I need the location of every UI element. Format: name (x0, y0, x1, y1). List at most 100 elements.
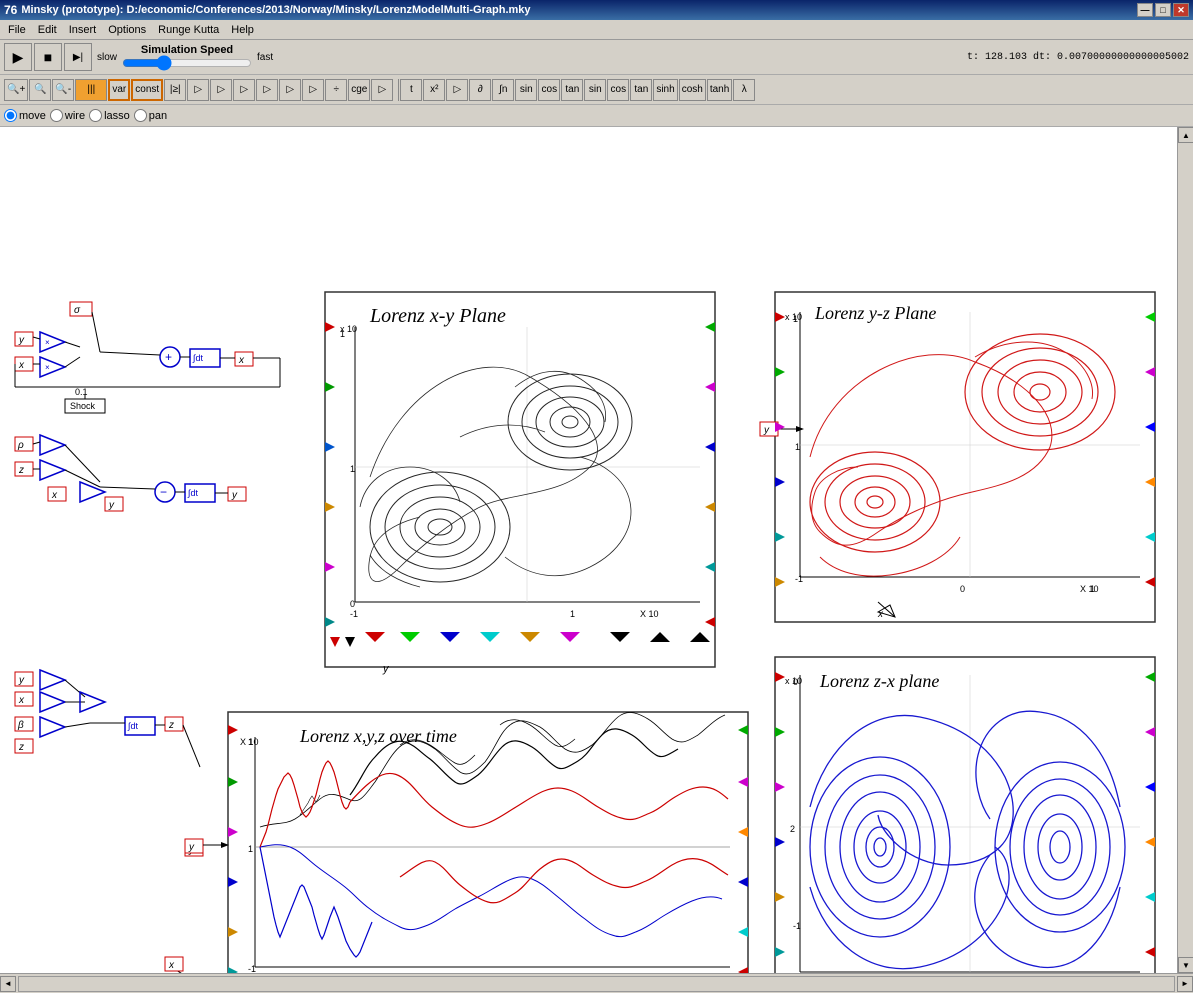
partial-icon[interactable]: ∂ (469, 79, 491, 101)
zoom-out-icon[interactable]: 🔍- (52, 79, 74, 101)
menu-edit[interactable]: Edit (32, 22, 63, 38)
svg-text:x: x (168, 960, 175, 971)
svg-text:0: 0 (350, 599, 355, 609)
menu-insert[interactable]: Insert (63, 22, 103, 38)
main-area: σ y x × × + ∫dt x (0, 127, 1193, 973)
time-icon[interactable]: t (400, 79, 422, 101)
op-icon-7[interactable]: ▷ (371, 79, 393, 101)
const-icon[interactable]: const (131, 79, 163, 101)
svg-text:Shock: Shock (70, 401, 96, 411)
svg-text:1: 1 (340, 329, 345, 339)
var-icon[interactable]: var (108, 79, 130, 101)
op-icon-3[interactable]: ▷ (233, 79, 255, 101)
tan-icon[interactable]: tan (561, 79, 583, 101)
svg-text:×: × (45, 363, 50, 372)
svg-text:y: y (18, 335, 25, 346)
svg-text:Lorenz z-x plane: Lorenz z-x plane (819, 671, 939, 691)
zoom-reset-icon[interactable]: 🔍 (29, 79, 51, 101)
mode-pan[interactable]: pan (134, 109, 167, 122)
cos-icon[interactable]: cos (538, 79, 560, 101)
simulation-toolbar: ▶ ■ ▶| slow Simulation Speed fast t: 128… (0, 40, 1193, 75)
menu-options[interactable]: Options (102, 22, 152, 38)
acos-icon[interactable]: cos (607, 79, 629, 101)
svg-text:1: 1 (248, 737, 253, 747)
svg-text:1: 1 (793, 314, 798, 324)
speed-slider[interactable] (122, 56, 252, 70)
op-icon-5[interactable]: ▷ (279, 79, 301, 101)
cge-icon[interactable]: cge (348, 79, 370, 101)
op-icon-1[interactable]: ▷ (187, 79, 209, 101)
play-button[interactable]: ▶ (4, 43, 32, 71)
title-bar: 76 Minsky (prototype): D:/economic/Confe… (0, 0, 1193, 20)
svg-text:x: x (18, 695, 25, 706)
mode-lasso[interactable]: lasso (89, 109, 130, 122)
scroll-up-button[interactable]: ▲ (1178, 127, 1193, 143)
asin-icon[interactable]: sin (584, 79, 606, 101)
svg-text:2: 2 (790, 824, 795, 834)
svg-text:x: x (238, 355, 245, 366)
svg-text:+: + (165, 350, 172, 364)
svg-text:Lorenz x-y Plane: Lorenz x-y Plane (369, 305, 506, 327)
scroll-left-button[interactable]: ◄ (0, 976, 16, 992)
divide-icon[interactable]: ÷ (325, 79, 347, 101)
canvas-area[interactable]: σ y x × × + ∫dt x (0, 127, 1177, 973)
svg-text:X 10: X 10 (640, 609, 659, 619)
scroll-right-button[interactable]: ► (1177, 976, 1193, 992)
menu-runge-kutta[interactable]: Runge Kutta (152, 22, 225, 38)
time-display: t: 128.103 dt: 0.00700000000000005002 (967, 52, 1189, 63)
op-icon-2[interactable]: ▷ (210, 79, 232, 101)
hscroll-track[interactable] (18, 976, 1175, 992)
svg-text:y: y (108, 500, 115, 511)
svg-text:z: z (168, 720, 174, 731)
scroll-down-button[interactable]: ▼ (1178, 957, 1193, 973)
svg-text:1: 1 (570, 609, 575, 619)
op-icon-4[interactable]: ▷ (256, 79, 278, 101)
svg-text:1: 1 (248, 844, 253, 854)
square-icon[interactable]: x² (423, 79, 445, 101)
zoom-in-icon[interactable]: 🔍+ (4, 79, 28, 101)
scroll-track[interactable] (1178, 143, 1193, 957)
op-icon-8[interactable]: ▷ (446, 79, 468, 101)
icon-toolbar: 🔍+ 🔍 🔍- ||| var const |≥| ▷ ▷ ▷ ▷ ▷ ▷ ÷ … (0, 75, 1193, 105)
plot-icon[interactable]: ||| (75, 79, 107, 101)
app-icon: 76 (4, 3, 17, 17)
vertical-scrollbar[interactable]: ▲ ▼ (1177, 127, 1193, 973)
menu-bar: File Edit Insert Options Runge Kutta Hel… (0, 20, 1193, 40)
cosh-icon[interactable]: cosh (679, 79, 706, 101)
svg-text:∫dt: ∫dt (127, 721, 138, 731)
svg-text:ρ: ρ (17, 440, 24, 451)
main-canvas[interactable]: σ y x × × + ∫dt x (0, 127, 1177, 973)
step-button[interactable]: ▶| (64, 43, 92, 71)
atan-icon[interactable]: tan (630, 79, 652, 101)
op-icon-6[interactable]: ▷ (302, 79, 324, 101)
svg-text:y: y (231, 490, 238, 501)
abs-icon[interactable]: |≥| (164, 79, 186, 101)
svg-text:∫dt: ∫dt (192, 353, 203, 363)
sin-icon[interactable]: sin (515, 79, 537, 101)
sinh-icon[interactable]: sinh (653, 79, 677, 101)
window-controls: — □ ✕ (1137, 3, 1189, 17)
svg-text:Lorenz x,y,z over time: Lorenz x,y,z over time (299, 726, 457, 746)
close-button[interactable]: ✕ (1173, 3, 1189, 17)
svg-text:1: 1 (795, 442, 800, 452)
mode-wire[interactable]: wire (50, 109, 85, 122)
menu-file[interactable]: File (2, 22, 32, 38)
fast-label: fast (257, 52, 273, 63)
integral-icon[interactable]: ∫n (492, 79, 514, 101)
lambda-icon[interactable]: λ (733, 79, 755, 101)
slow-label: slow (97, 52, 117, 63)
svg-text:0: 0 (960, 584, 965, 594)
minimize-button[interactable]: — (1137, 3, 1153, 17)
svg-text:∫dt: ∫dt (187, 488, 198, 498)
svg-text:β: β (17, 720, 24, 731)
svg-text:z: z (18, 742, 24, 753)
svg-text:-1: -1 (795, 574, 803, 584)
svg-text:y: y (763, 425, 770, 436)
tanh-icon[interactable]: tanh (707, 79, 732, 101)
mode-move[interactable]: move (4, 109, 46, 122)
svg-text:x: x (18, 360, 25, 371)
stop-button[interactable]: ■ (34, 43, 62, 71)
maximize-button[interactable]: □ (1155, 3, 1171, 17)
svg-text:0.1: 0.1 (75, 387, 88, 397)
menu-help[interactable]: Help (225, 22, 260, 38)
